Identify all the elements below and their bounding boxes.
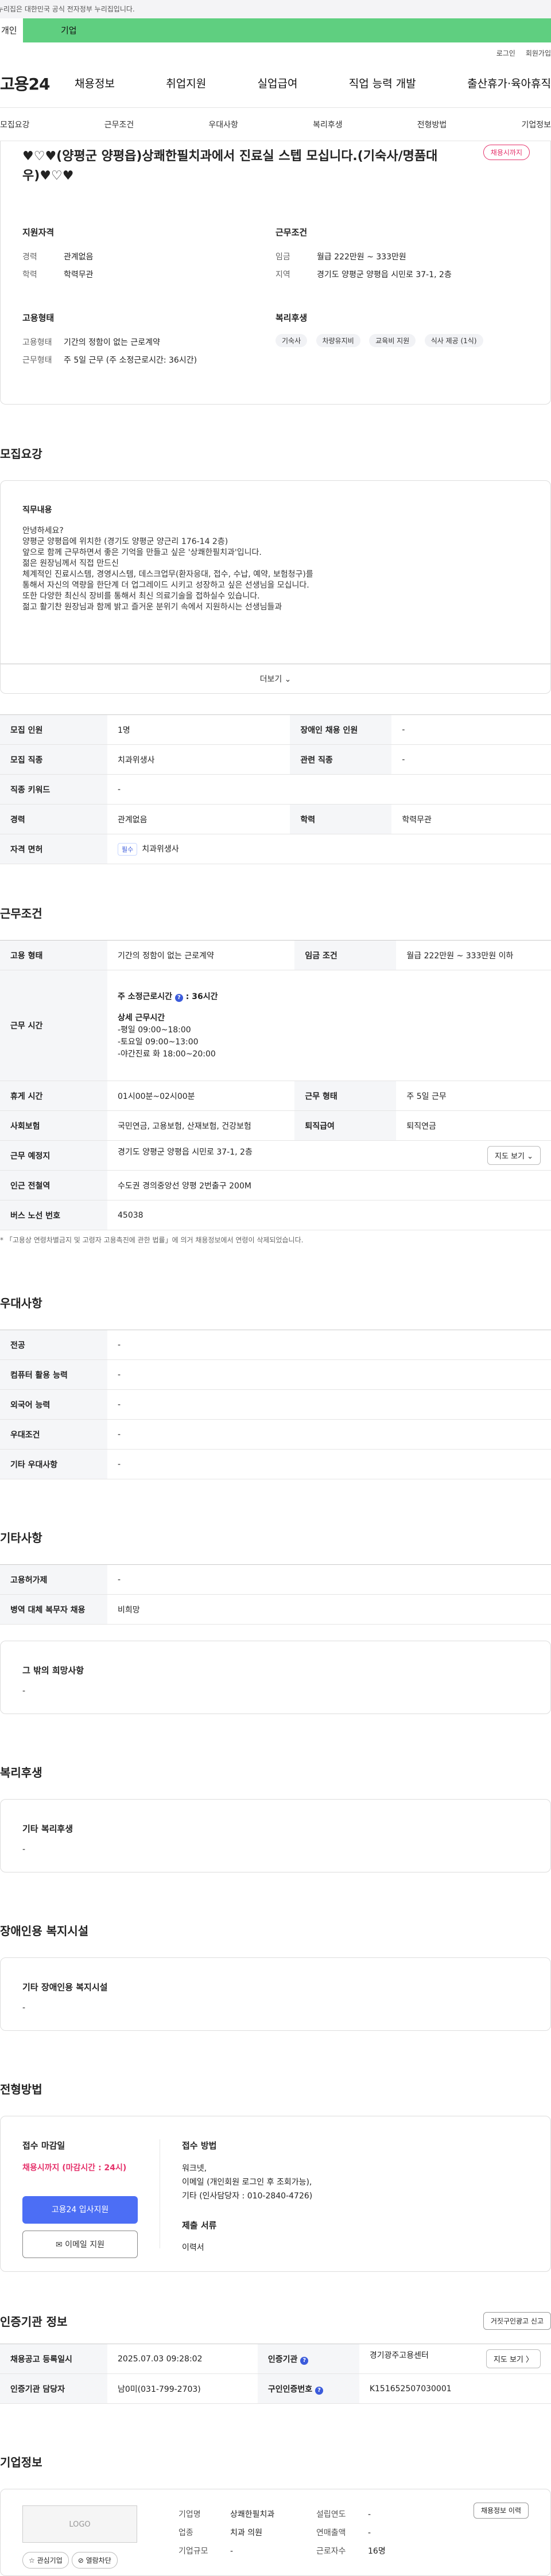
pref-table: 전공 - 컴퓨터 활용 능력 - 외국어 능력 - 우대조건 - 기타 우대사항 - bbox=[0, 1330, 551, 1479]
table-row: 인증기관 담당자 남0미(031-799-2703) 구인인증번호 ? K1516… bbox=[0, 2373, 551, 2404]
condition-heading: 근무조건 bbox=[276, 227, 308, 238]
required-tag: 필수 bbox=[118, 842, 138, 856]
more-button[interactable]: 더보기 ⌄ bbox=[0, 664, 551, 694]
deadline-text: 채용시까지 (마감시간 : 24시) bbox=[22, 2163, 127, 2173]
table-row: 자격 면허 필수 치과위생사 bbox=[0, 834, 551, 864]
section-anchor-nav: 모집요강 근무조건 우대사항 복리후생 전형방법 기업정보 bbox=[0, 108, 551, 141]
etc-table: 고용허가제 - 병역 대체 복무자 채용 비희망 bbox=[0, 1564, 551, 1625]
section-title-disabled: 장애인용 복지시설 bbox=[0, 1924, 89, 1938]
disabled-card: 기타 장애인용 복지시설 - bbox=[0, 1957, 551, 2031]
recruit-table: 모집 인원 1명 장애인 채용 인원 - 모집 직종 치과위생사 관련 직종 - 직종 … bbox=[0, 714, 551, 864]
login-link[interactable]: 로그인 bbox=[496, 48, 515, 59]
email-apply-button[interactable]: ✉ 이메일 지원 bbox=[22, 2231, 138, 2258]
welfare-tag: 차량유지비 bbox=[316, 334, 360, 347]
section-title-cert: 인증기관 정보 bbox=[0, 2315, 68, 2329]
table-row: 휴게 시간 01시00분~02시00분 근무 형태 주 5일 근무 bbox=[0, 1081, 551, 1111]
work-table: 고용 형태 기간의 정함이 없는 근로계약 임금 조건 월급 222만원 ~ 333… bbox=[0, 940, 551, 1230]
tab-person[interactable]: 개인 bbox=[0, 18, 23, 42]
table-row: 고용허가제 - bbox=[0, 1564, 551, 1595]
anchor-company[interactable]: 기업정보 bbox=[521, 119, 551, 130]
table-row: 외국어 능력 - bbox=[0, 1389, 551, 1420]
table-row: 전공 - bbox=[0, 1330, 551, 1360]
site-logo[interactable]: 고용24 bbox=[0, 72, 72, 95]
gov-banner: 이 누리집은 대한민국 공식 전자정부 누리집입니다. bbox=[0, 0, 551, 18]
anchor-pref[interactable]: 우대사항 bbox=[208, 119, 238, 130]
favorite-company-button[interactable]: ☆ 관심기업 bbox=[22, 2552, 69, 2569]
table-row: 인근 전철역 수도권 경의중앙선 양평 2번출구 200M bbox=[0, 1170, 551, 1200]
block-company-button[interactable]: ⊘ 열람차단 bbox=[71, 2552, 118, 2569]
section-title-company: 기업정보 bbox=[0, 2455, 42, 2469]
tab-company[interactable]: 기업 bbox=[23, 18, 551, 42]
section-title-welfare: 복리후생 bbox=[0, 1766, 42, 1780]
employment-heading: 고용형태 bbox=[22, 313, 55, 323]
table-row: 직종 키워드 - bbox=[0, 774, 551, 805]
gnb-item[interactable]: 취업지원 bbox=[166, 75, 206, 91]
job-description: 직무내용 안녕하세요? 양평군 양평읍에 위치한 (경기도 양평군 양근리 17… bbox=[0, 480, 551, 664]
table-row: 버스 노선 번호 45038 bbox=[0, 1200, 551, 1230]
report-fake-ad-button[interactable]: 거짓구인광고 신고 bbox=[483, 2312, 551, 2330]
gnb-item[interactable]: 실업급여 bbox=[258, 75, 298, 91]
welfare-card: 기타 복리후생 - bbox=[0, 1799, 551, 1872]
qualification-heading: 지원자격 bbox=[22, 227, 55, 238]
job-description-heading: 직무내용 bbox=[22, 506, 52, 515]
info-icon[interactable]: ? bbox=[174, 993, 183, 1002]
table-row: 근무 시간 주 소정근로시간 ? : 36시간 상세 근무시간 -평일 09:0… bbox=[0, 970, 551, 1081]
info-icon[interactable]: ? bbox=[315, 2386, 323, 2395]
section-title-recruit: 모집요강 bbox=[0, 447, 42, 461]
gnb-item[interactable]: 출산휴가·육아휴직 bbox=[467, 75, 551, 91]
signup-link[interactable]: 회원가입 bbox=[526, 48, 551, 59]
age-footnote: * 「고용상 연령차별금지 및 고령자 고용촉진에 관한 법률」에 의거 채용정… bbox=[0, 1236, 304, 1244]
utility-nav: 로그인 회원가입 bbox=[0, 42, 551, 59]
cert-table: 채용공고 등록일시 2025.07.03 09:28:02 인증기관 ? 경기광주… bbox=[0, 2344, 551, 2404]
section-title-work: 근무조건 bbox=[0, 907, 42, 920]
user-type-tabs: 개인 기업 bbox=[0, 18, 551, 42]
table-row: 기타 우대사항 - bbox=[0, 1449, 551, 1479]
table-row: 컴퓨터 활용 능력 - bbox=[0, 1359, 551, 1390]
anchor-screening[interactable]: 전형방법 bbox=[417, 119, 447, 130]
anchor-recruit[interactable]: 모집요강 bbox=[0, 119, 30, 130]
deadline-badge: 채용시까지 bbox=[483, 145, 530, 160]
section-title-etc: 기타사항 bbox=[0, 1531, 42, 1545]
welfare-tag: 교육비 지원 bbox=[369, 334, 416, 347]
apply-card: 접수 마감일 채용시까지 (마감시간 : 24시) 고용24 입사지원 ✉ 이메… bbox=[0, 2116, 551, 2272]
table-row: 경력 관계없음 학력 학력무관 bbox=[0, 804, 551, 834]
welfare-tag: 식사 제공 (1식) bbox=[424, 334, 483, 347]
info-icon[interactable]: ? bbox=[300, 2356, 309, 2365]
job-title: ♥♡♥(양평군 양평읍)상쾌한필치과에서 진료실 스텝 모십니다.(기숙사/명품… bbox=[22, 149, 438, 183]
table-row: 모집 인원 1명 장애인 채용 인원 - bbox=[0, 714, 551, 745]
section-title-screening: 전형방법 bbox=[0, 2082, 42, 2096]
anchor-welfare[interactable]: 복리후생 bbox=[313, 119, 343, 130]
wish-card: 그 밖의 희망사항 - bbox=[0, 1641, 551, 1714]
cert-map-button[interactable]: 지도 보기 〉 bbox=[486, 2349, 541, 2368]
hiring-history-button[interactable]: 채용정보 이력 bbox=[473, 2503, 529, 2519]
map-toggle-button[interactable]: 지도 보기 ⌄ bbox=[487, 1146, 541, 1165]
table-row: 채용공고 등록일시 2025.07.03 09:28:02 인증기관 ? 경기광주… bbox=[0, 2344, 551, 2374]
table-row: 모집 직종 치과위생사 관련 직종 - bbox=[0, 744, 551, 775]
section-title-pref: 우대사항 bbox=[0, 1296, 42, 1310]
gnb-item[interactable]: 직업 능력 개발 bbox=[349, 75, 416, 91]
table-row: 근무 예정지 경기도 양평군 양평읍 시민로 37-1, 2층 지도 보기 ⌄ bbox=[0, 1140, 551, 1171]
gnb-item[interactable]: 채용정보 bbox=[75, 75, 115, 91]
table-row: 병역 대체 복무자 채용 비희망 bbox=[0, 1594, 551, 1625]
main-nav: 고용24 채용정보 취업지원 실업급여 직업 능력 개발 출산휴가·육아휴직 bbox=[0, 59, 551, 108]
company-card: LOGO ☆ 관심기업 ⊘ 열람차단 기업명 상쾌한필치과 업종 치과 의원 기업규모… bbox=[0, 2489, 551, 2576]
welfare-tag: 기숙사 bbox=[276, 334, 308, 347]
job-summary-card: ♥♡♥(양평군 양평읍)상쾌한필치과에서 진료실 스텝 모십니다.(기숙사/명품… bbox=[0, 141, 551, 405]
table-row: 우대조건 - bbox=[0, 1419, 551, 1450]
table-row: 고용 형태 기간의 정함이 없는 근로계약 임금 조건 월급 222만원 ~ 333… bbox=[0, 940, 551, 970]
table-row: 사회보험 국민연금, 고용보험, 산재보험, 건강보험 퇴직급여 퇴직연금 bbox=[0, 1110, 551, 1141]
welfare-heading: 복리후생 bbox=[276, 313, 308, 323]
company-logo: LOGO bbox=[22, 2505, 137, 2543]
apply-button[interactable]: 고용24 입사지원 bbox=[22, 2196, 138, 2224]
anchor-work[interactable]: 근무조건 bbox=[104, 119, 134, 130]
